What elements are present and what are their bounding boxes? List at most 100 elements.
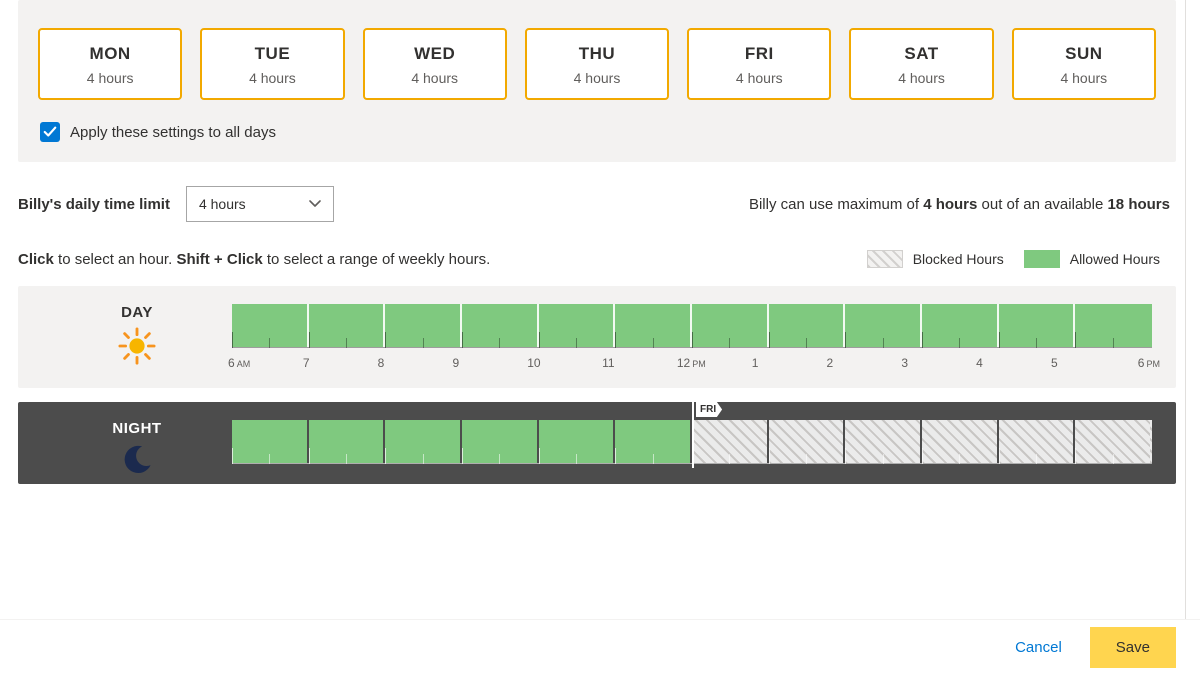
limit-row: Billy's daily time limit 4 hours Billy c… [18, 186, 1170, 222]
instr-strong: Shift + Click [176, 251, 262, 268]
sun-icon [118, 327, 156, 368]
hour-cell[interactable] [692, 304, 769, 347]
day-card-sat[interactable]: SAT 4 hours [849, 28, 993, 100]
hour-cell[interactable] [769, 304, 846, 347]
day-hour-labels: 6AM789101112PM123456PM [232, 356, 1152, 370]
hour-label: 7 [303, 356, 378, 370]
apply-all-label: Apply these settings to all days [70, 124, 276, 141]
day-card-sun[interactable]: SUN 4 hours [1012, 28, 1156, 100]
chevron-down-icon [309, 198, 321, 210]
legend-allowed-label: Allowed Hours [1070, 251, 1160, 267]
time-marker[interactable]: FRI [692, 402, 694, 468]
hour-cell[interactable] [1075, 304, 1152, 347]
hour-cell[interactable] [845, 420, 922, 463]
hour-label: 9 [452, 356, 527, 370]
days-row: MON 4 hours TUE 4 hours WED 4 hours THU … [38, 28, 1156, 100]
check-icon [43, 125, 57, 139]
hour-cell[interactable] [999, 304, 1076, 347]
hour-label: 4 [976, 356, 1051, 370]
legend-blocked-label: Blocked Hours [913, 251, 1004, 267]
time-marker-label: FRI [696, 402, 722, 417]
limit-summary: Billy can use maximum of 4 hours out of … [749, 196, 1170, 213]
hour-cell[interactable] [539, 420, 616, 463]
night-track: NIGHT FRI [18, 402, 1176, 484]
hour-cell[interactable] [922, 304, 999, 347]
day-hours: 4 hours [851, 70, 991, 86]
apply-all-row: Apply these settings to all days [38, 122, 1156, 142]
day-hours: 4 hours [527, 70, 667, 86]
hour-cell[interactable] [615, 304, 692, 347]
day-bar-wrap: 6AM789101112PM123456PM [232, 304, 1152, 370]
hour-cell[interactable] [232, 304, 309, 347]
day-hours: 4 hours [365, 70, 505, 86]
summary-text: out of an available [977, 196, 1107, 213]
hour-cell[interactable] [309, 304, 386, 347]
days-panel: MON 4 hours TUE 4 hours WED 4 hours THU … [18, 0, 1176, 162]
hour-cell[interactable] [462, 420, 539, 463]
hour-cell[interactable] [385, 304, 462, 347]
summary-hours: 4 hours [923, 196, 977, 213]
night-track-label-col: NIGHT [42, 420, 232, 480]
day-abbr: TUE [202, 44, 342, 64]
day-abbr: SUN [1014, 44, 1154, 64]
hour-label: 8 [378, 356, 453, 370]
daily-limit-value: 4 hours [199, 196, 246, 212]
daily-limit-select[interactable]: 4 hours [186, 186, 334, 222]
hour-cell[interactable] [769, 420, 846, 463]
day-abbr: SAT [851, 44, 991, 64]
hour-label: 11 [602, 356, 677, 370]
hour-label: 6AM [228, 356, 303, 370]
cancel-button[interactable]: Cancel [1009, 631, 1068, 664]
instr-strong: Click [18, 251, 54, 268]
save-button[interactable]: Save [1090, 627, 1176, 668]
blocked-swatch-icon [867, 250, 903, 268]
hour-label: 3 [901, 356, 976, 370]
hour-cell[interactable] [999, 420, 1076, 463]
daily-limit-label: Billy's daily time limit [18, 196, 170, 213]
hour-label: 5 [1051, 356, 1126, 370]
hour-label: 10 [527, 356, 602, 370]
hour-cell[interactable] [1075, 420, 1152, 463]
instr-text: to select an hour. [54, 251, 177, 268]
day-card-fri[interactable]: FRI 4 hours [687, 28, 831, 100]
moon-icon [120, 443, 154, 480]
hour-cell[interactable] [309, 420, 386, 463]
hour-cell[interactable] [615, 420, 692, 463]
hour-label: 6PM [1138, 356, 1160, 370]
day-card-tue[interactable]: TUE 4 hours [200, 28, 344, 100]
night-track-title: NIGHT [42, 420, 232, 437]
night-bar-wrap: FRI [232, 420, 1152, 464]
hour-label: 1 [752, 356, 827, 370]
apply-all-checkbox[interactable] [40, 122, 60, 142]
hour-cell[interactable] [232, 420, 309, 463]
day-hours: 4 hours [202, 70, 342, 86]
allowed-swatch-icon [1024, 250, 1060, 268]
summary-available: 18 hours [1107, 196, 1170, 213]
instructions-row: Click to select an hour. Shift + Click t… [18, 250, 1170, 268]
hour-cell[interactable] [845, 304, 922, 347]
day-track-label-col: DAY [42, 304, 232, 368]
day-hours: 4 hours [40, 70, 180, 86]
hour-label: 12PM [677, 356, 752, 370]
hour-cell[interactable] [539, 304, 616, 347]
day-hours: 4 hours [689, 70, 829, 86]
scroll-gutter [1185, 0, 1186, 619]
day-hours: 4 hours [1014, 70, 1154, 86]
day-card-thu[interactable]: THU 4 hours [525, 28, 669, 100]
hour-label: 2 [827, 356, 902, 370]
instr-text: to select a range of weekly hours. [263, 251, 491, 268]
summary-text: Billy can use maximum of [749, 196, 923, 213]
day-abbr: WED [365, 44, 505, 64]
day-abbr: MON [40, 44, 180, 64]
legend: Blocked Hours Allowed Hours [867, 250, 1170, 268]
day-track: DAY 6AM789101112PM12345 6PM [18, 286, 1176, 388]
hour-cell[interactable] [922, 420, 999, 463]
day-card-mon[interactable]: MON 4 hours [38, 28, 182, 100]
hour-cell[interactable] [462, 304, 539, 347]
hour-cell[interactable] [385, 420, 462, 463]
day-card-wed[interactable]: WED 4 hours [363, 28, 507, 100]
day-hour-bar [232, 304, 1152, 348]
day-abbr: THU [527, 44, 667, 64]
hour-cell[interactable] [692, 420, 769, 463]
day-track-title: DAY [42, 304, 232, 321]
